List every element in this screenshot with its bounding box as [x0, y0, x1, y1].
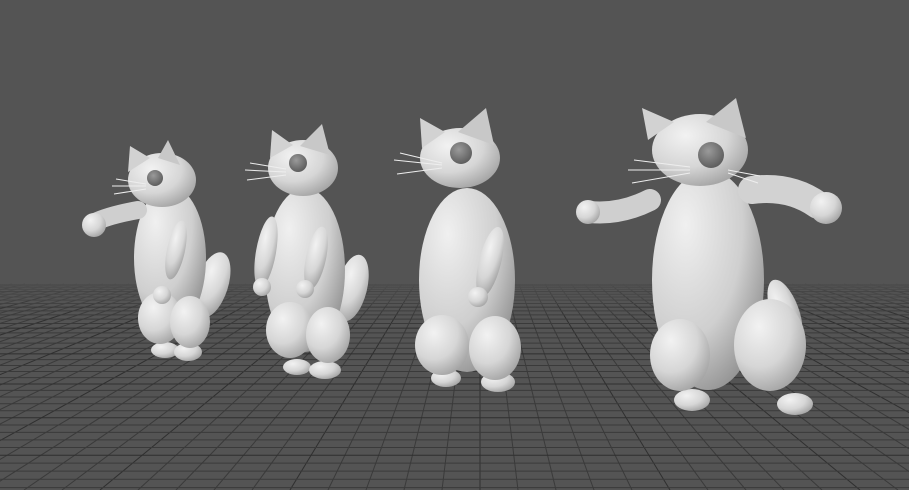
viewport-canvas[interactable] [0, 0, 909, 490]
3d-viewport[interactable] [0, 0, 909, 490]
